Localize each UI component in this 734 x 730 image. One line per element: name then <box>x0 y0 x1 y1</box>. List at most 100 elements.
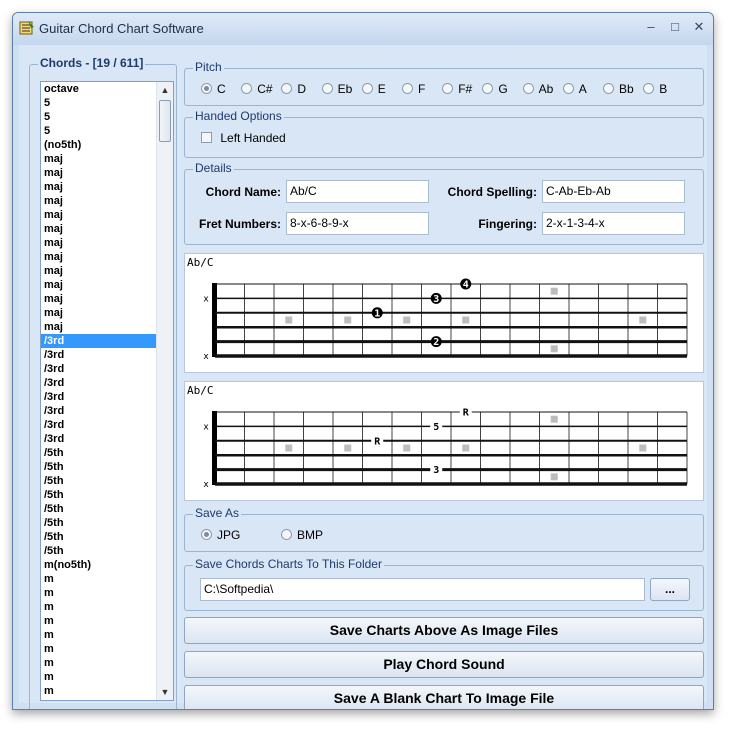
chord-list-item[interactable]: 5 <box>41 110 156 124</box>
scroll-thumb[interactable] <box>159 100 171 142</box>
chord-note: R <box>459 406 472 419</box>
chord-list-item[interactable]: maj <box>41 166 156 180</box>
chord-list-item[interactable]: 5 <box>41 124 156 138</box>
chord-list-item[interactable]: /3rd <box>41 404 156 418</box>
chord-list-item[interactable]: (no5th) <box>41 138 156 152</box>
pitch-radio-a[interactable]: A <box>562 82 587 96</box>
chord-list-item[interactable]: maj <box>41 278 156 292</box>
chord-list-item[interactable]: /5th <box>41 516 156 530</box>
chord-list-item[interactable]: maj <box>41 320 156 334</box>
chord-list-item[interactable]: m <box>41 628 156 642</box>
chord-list-item[interactable]: maj <box>41 250 156 264</box>
pitch-radio-eb[interactable]: Eb <box>321 82 352 96</box>
chord-list-item[interactable]: /3rd <box>41 348 156 362</box>
chord-list-item[interactable]: /5th <box>41 446 156 460</box>
radio-circle[interactable] <box>603 83 614 95</box>
checkbox-box[interactable] <box>201 132 212 144</box>
pitch-radio-bb[interactable]: Bb <box>603 82 634 96</box>
chord-list-item[interactable]: maj <box>41 152 156 166</box>
radio-circle[interactable] <box>482 83 494 95</box>
chord-list-item[interactable]: /5th <box>41 488 156 502</box>
save-charts-button[interactable]: Save Charts Above As Image Files <box>184 617 704 644</box>
chords-listbox[interactable]: octave 5 5 5 (no5th) maj maj maj maj maj maj maj maj… <box>40 81 174 701</box>
radio-circle[interactable] <box>321 83 333 95</box>
pitch-radio-c[interactable]: C <box>201 82 226 96</box>
radio-circle[interactable] <box>361 83 373 95</box>
chord-list-item[interactable]: /3rd <box>41 390 156 404</box>
left-handed-checkbox[interactable]: Left Handed <box>201 131 286 145</box>
chord-list-item[interactable]: /5th <box>41 474 156 488</box>
chord-note: 5 <box>430 420 443 433</box>
pitch-radio-f[interactable]: F <box>402 82 425 96</box>
chord-list-item[interactable]: maj <box>41 208 156 222</box>
chord-list-item[interactable]: 5 <box>41 96 156 110</box>
chord-list-item[interactable]: m <box>41 670 156 684</box>
radio-circle[interactable] <box>281 529 292 541</box>
browse-folder-button[interactable]: ... <box>650 578 690 601</box>
chord-list-item[interactable]: /5th <box>41 460 156 474</box>
radio-circle[interactable] <box>522 83 534 95</box>
chord-list-item[interactable]: maj <box>41 180 156 194</box>
radio-circle[interactable] <box>201 529 212 541</box>
chord-list-item[interactable]: m <box>41 698 156 700</box>
chord-list-item[interactable]: maj <box>41 306 156 320</box>
saveas-radio-jpg[interactable]: JPG <box>201 528 240 542</box>
pitch-radio-b[interactable]: B <box>643 82 667 96</box>
radio-circle[interactable] <box>402 83 413 95</box>
radio-circle[interactable] <box>442 83 454 95</box>
chord-list-item[interactable]: /3rd <box>41 362 156 376</box>
chord-name-field[interactable]: Ab/C <box>286 180 429 203</box>
close-button[interactable]: ✕ <box>688 19 710 35</box>
pitch-radio-d[interactable]: D <box>281 82 306 96</box>
chord-list-item[interactable]: m <box>41 656 156 670</box>
chord-list-item[interactable]: /3rd <box>41 376 156 390</box>
fret-numbers-field[interactable]: 8-x-6-8-9-x <box>286 212 429 235</box>
radio-circle[interactable] <box>201 83 212 95</box>
chord-list-item[interactable]: m <box>41 642 156 656</box>
radio-circle[interactable] <box>562 83 574 95</box>
pitch-radio-csharp[interactable]: C# <box>241 82 273 96</box>
chord-list-item[interactable]: /5th <box>41 544 156 558</box>
chord-list-item[interactable]: /3rd <box>41 334 156 348</box>
chord-list-item[interactable]: m <box>41 684 156 698</box>
chord-spelling-field[interactable]: C-Ab-Eb-Ab <box>542 180 685 203</box>
chord-list-item[interactable]: m <box>41 614 156 628</box>
scroll-down-icon[interactable]: ▼ <box>157 684 173 700</box>
chord-list-item[interactable]: m <box>41 572 156 586</box>
radio-circle[interactable] <box>281 83 293 95</box>
chord-list-item[interactable]: maj <box>41 236 156 250</box>
radio-circle[interactable] <box>241 83 253 95</box>
minimize-button[interactable]: – <box>640 19 662 35</box>
chord-list-item[interactable]: /3rd <box>41 418 156 432</box>
chords-scrollbar[interactable]: ▲ ▼ <box>156 82 173 700</box>
chord-list-item[interactable]: octave <box>41 82 156 96</box>
saveas-radio-bmp[interactable]: BMP <box>281 528 323 542</box>
inlay-marker <box>462 316 470 324</box>
folder-path-field[interactable]: C:\Softpedia\ <box>200 578 645 601</box>
chord-note: 1 <box>371 307 383 319</box>
radio-circle[interactable] <box>643 83 655 95</box>
maximize-button[interactable]: □ <box>664 19 686 35</box>
chord-list-item[interactable]: /5th <box>41 502 156 516</box>
chord-list-item[interactable]: maj <box>41 264 156 278</box>
title-bar[interactable]: Guitar Chord Chart Software – □ ✕ <box>13 13 713 45</box>
chord-list-item[interactable]: m(no5th) <box>41 558 156 572</box>
save-blank-chart-button[interactable]: Save A Blank Chart To Image File <box>184 685 704 709</box>
save-as-group: Save As JPG BMP <box>184 506 704 552</box>
chord-list-item[interactable]: m <box>41 600 156 614</box>
chord-list-item[interactable]: /3rd <box>41 432 156 446</box>
pitch-radio-g[interactable]: G <box>482 82 508 96</box>
chord-list-item[interactable]: maj <box>41 194 156 208</box>
radio-label: BMP <box>297 528 324 542</box>
fingering-field[interactable]: 2-x-1-3-4-x <box>542 212 685 235</box>
pitch-radio-e[interactable]: E <box>361 82 386 96</box>
pitch-radio-fsharp[interactable]: F# <box>442 82 472 96</box>
scroll-up-icon[interactable]: ▲ <box>157 82 173 98</box>
chord-list-item[interactable]: /5th <box>41 530 156 544</box>
chord-list-item[interactable]: m <box>41 586 156 600</box>
chord-list-item[interactable]: maj <box>41 292 156 306</box>
play-chord-sound-button[interactable]: Play Chord Sound <box>184 651 704 678</box>
pitch-radio-ab[interactable]: Ab <box>522 82 553 96</box>
chord-list-item[interactable]: maj <box>41 222 156 236</box>
inlay-marker <box>550 473 558 481</box>
